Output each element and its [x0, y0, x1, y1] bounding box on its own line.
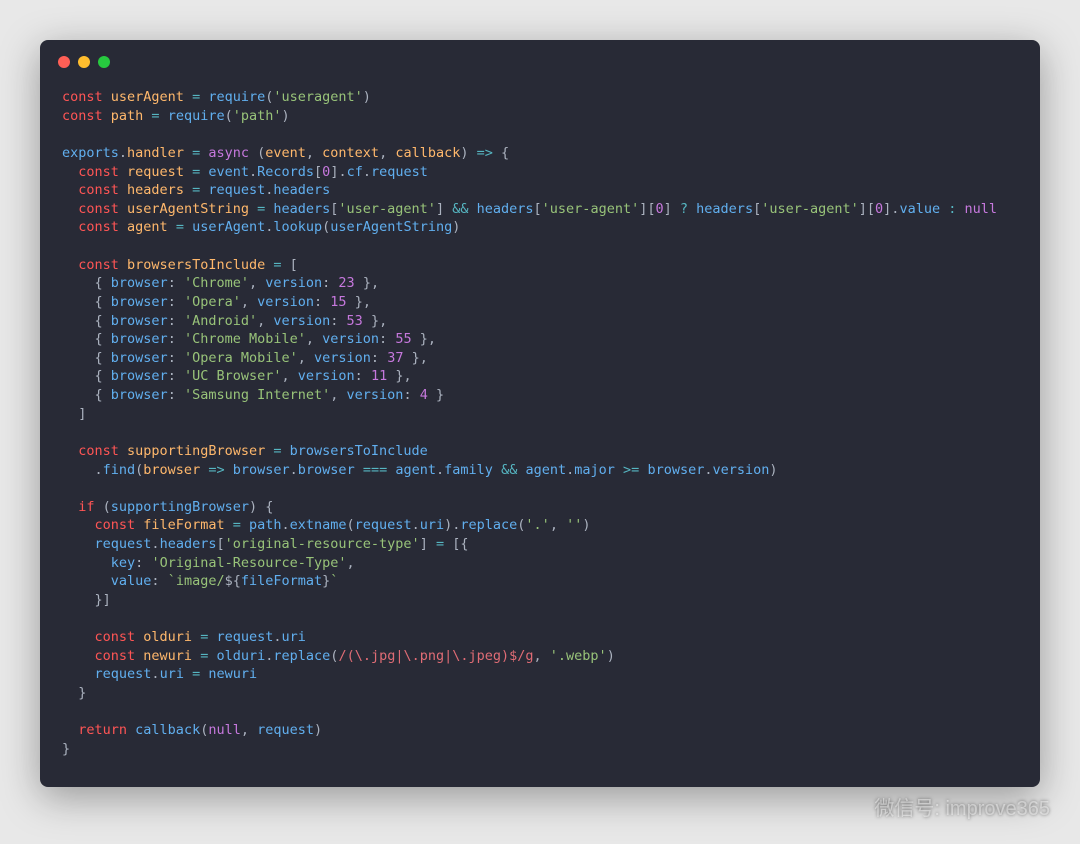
minimize-icon[interactable] — [78, 56, 90, 68]
close-icon[interactable] — [58, 56, 70, 68]
window-titlebar — [40, 40, 1040, 74]
code-window: const userAgent = require('useragent') c… — [40, 40, 1040, 787]
maximize-icon[interactable] — [98, 56, 110, 68]
watermark-text: 微信号: improve365 — [874, 796, 1050, 824]
code-content: const userAgent = require('useragent') c… — [62, 88, 1018, 759]
code-area: const userAgent = require('useragent') c… — [40, 74, 1040, 787]
